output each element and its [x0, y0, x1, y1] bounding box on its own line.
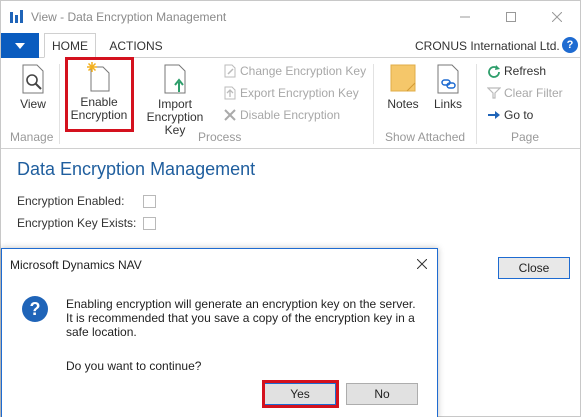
confirmation-dialog: Microsoft Dynamics NAV ? Enabling encryp…: [1, 248, 438, 417]
dialog-question: Do you want to continue?: [66, 359, 202, 373]
encryption-enabled-label: Encryption Enabled:: [17, 194, 125, 208]
dialog-message-line: Enabling encryption will generate an enc…: [66, 297, 416, 311]
change-key-label: Change Encryption Key: [240, 64, 367, 78]
app-logo-icon: [10, 10, 23, 23]
disable-encryption-button[interactable]: Disable Encryption: [223, 108, 340, 122]
maximize-icon: [506, 12, 516, 22]
clear-filter-icon: [487, 87, 501, 99]
no-button[interactable]: No: [346, 383, 418, 405]
tab-actions[interactable]: ACTIONS: [105, 33, 167, 58]
change-key-icon: [224, 64, 236, 78]
minimize-icon: [460, 16, 470, 18]
help-icon[interactable]: ?: [562, 37, 578, 53]
refresh-icon: [488, 65, 500, 78]
export-key-label: Export Encryption Key: [240, 86, 359, 100]
page-title: Data Encryption Management: [17, 159, 256, 179]
disable-encryption-label: Disable Encryption: [240, 108, 341, 122]
refresh-button[interactable]: Refresh: [487, 64, 546, 78]
group-separator: [373, 64, 374, 144]
window-close-button[interactable]: [534, 1, 580, 33]
tab-home[interactable]: HOME: [44, 33, 96, 58]
encryption-enabled-checkbox[interactable]: [143, 195, 156, 208]
change-encryption-key-button[interactable]: Change Encryption Key: [223, 64, 366, 78]
company-name[interactable]: CRONUS International Ltd.: [415, 39, 560, 53]
close-icon: [552, 12, 562, 22]
caret-down-icon: [15, 42, 25, 49]
notes-button[interactable]: Notes: [384, 64, 422, 111]
view-label: View: [20, 97, 46, 111]
dialog-message-line: safe location.: [66, 325, 137, 339]
ribbon: View Manage Enable Encryption Import Enc…: [1, 57, 580, 149]
view-button[interactable]: View: [13, 64, 53, 111]
window-title: View - Data Encryption Management: [31, 10, 227, 24]
highlight-yes-button: [262, 380, 339, 408]
clear-filter-button[interactable]: Clear Filter: [487, 86, 563, 100]
ribbon-tab-bar: HOME ACTIONS CRONUS International Ltd. ?: [1, 33, 580, 58]
import-encryption-key-button[interactable]: Import Encryption Key: [135, 64, 215, 137]
go-to-label: Go to: [504, 108, 534, 122]
refresh-label: Refresh: [504, 64, 547, 78]
dialog-close-button[interactable]: [412, 254, 432, 274]
group-label-show-attached: Show Attached: [385, 130, 466, 144]
dialog-message: Enabling encryption will generate an enc…: [66, 297, 426, 339]
close-icon: [417, 259, 427, 269]
group-label-process: Process: [198, 130, 242, 144]
notes-label: Notes: [387, 97, 419, 111]
encryption-key-exists-checkbox[interactable]: [143, 217, 156, 230]
group-separator: [59, 64, 60, 144]
dialog-message-line: It is recommended that you save a copy o…: [66, 311, 415, 325]
clear-filter-label: Clear Filter: [504, 86, 563, 100]
close-button[interactable]: Close: [498, 257, 570, 279]
export-encryption-key-button[interactable]: Export Encryption Key: [223, 86, 359, 100]
app-menu-button[interactable]: [1, 33, 39, 58]
links-icon: [437, 64, 459, 94]
go-to-button[interactable]: Go to: [487, 108, 533, 122]
encryption-key-exists-label: Encryption Key Exists:: [17, 216, 137, 230]
group-label-page: Page: [511, 130, 540, 144]
dialog-title: Microsoft Dynamics NAV: [10, 258, 142, 272]
question-icon: ?: [22, 296, 48, 322]
group-separator: [476, 64, 477, 144]
group-label-manage: Manage: [10, 130, 54, 144]
notes-icon: [390, 64, 416, 92]
main-window: View - Data Encryption Management HOME A…: [0, 0, 581, 417]
links-label: Links: [433, 97, 462, 111]
maximize-button[interactable]: [488, 1, 534, 33]
minimize-button[interactable]: [442, 1, 488, 33]
highlight-enable-encryption: [65, 57, 134, 132]
links-button[interactable]: Links: [430, 64, 466, 111]
title-bar: View - Data Encryption Management: [1, 1, 580, 33]
disable-x-icon: [224, 109, 236, 121]
export-key-icon: [224, 86, 236, 100]
arrow-right-icon: [488, 111, 500, 119]
view-document-icon: [22, 64, 44, 94]
import-key-icon: [164, 64, 186, 94]
